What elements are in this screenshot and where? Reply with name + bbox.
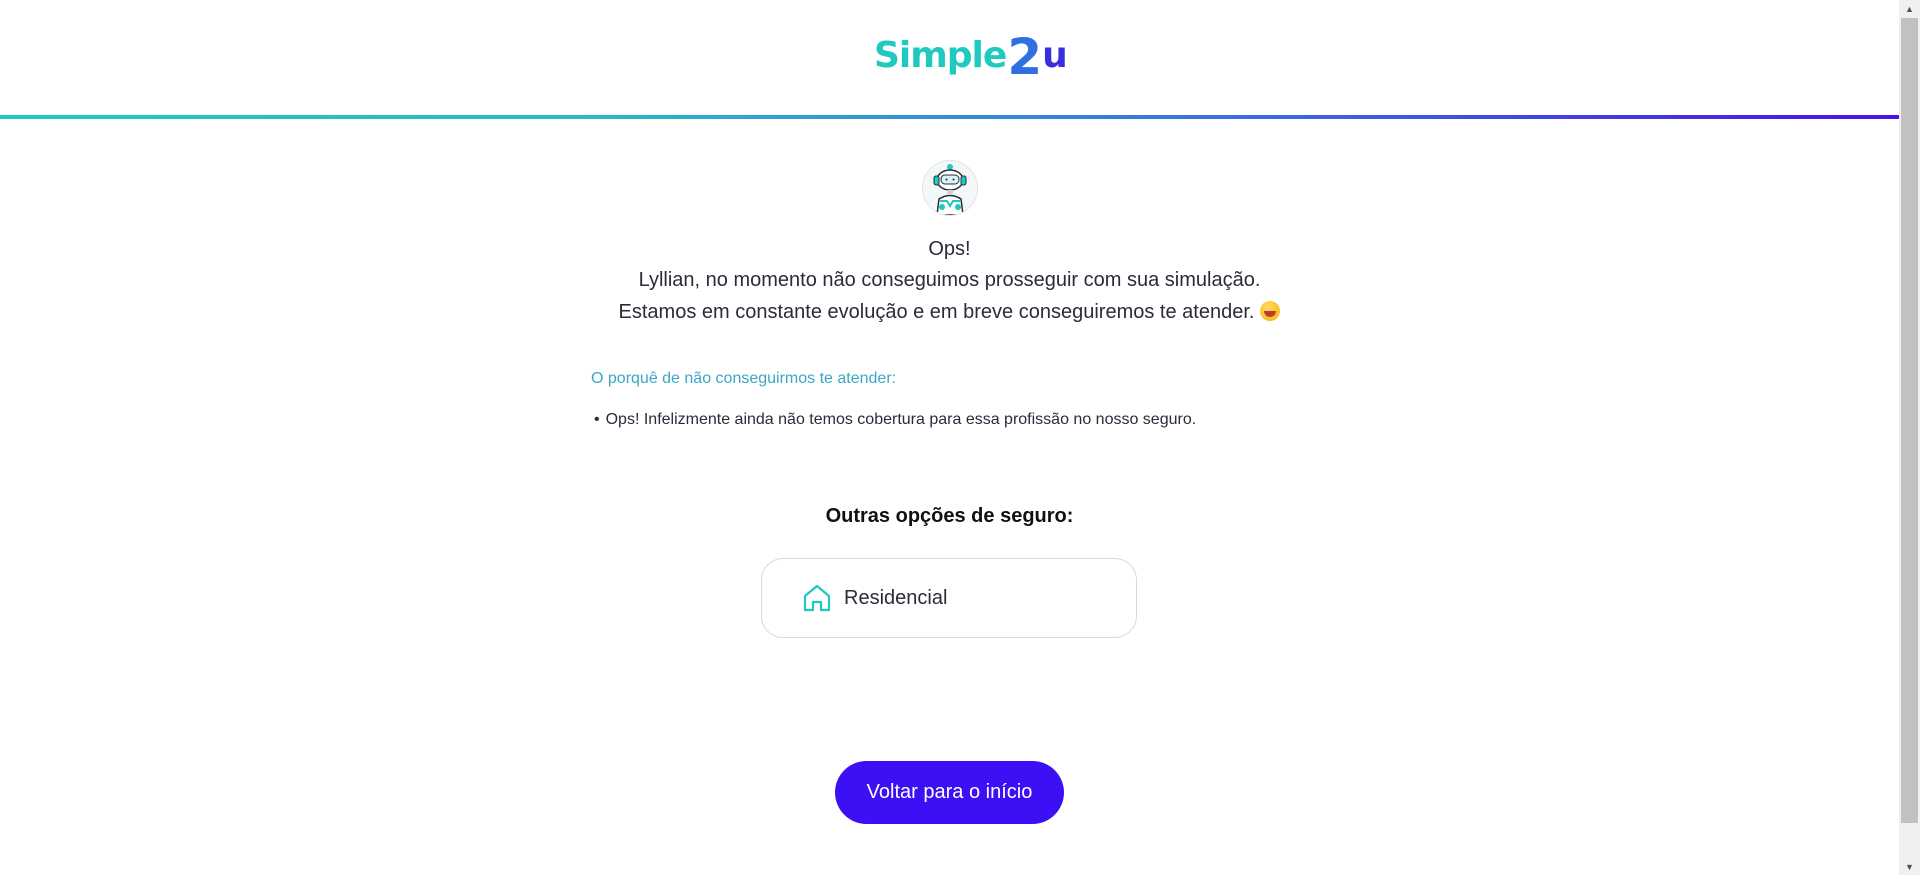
robot-avatar-icon — [922, 160, 978, 216]
message-line-1: Ops! — [928, 238, 971, 260]
logo-text-u: u — [1042, 35, 1068, 76]
bullet-icon: • — [594, 411, 600, 428]
logo-text-2: 2 — [1007, 28, 1042, 86]
option-label: Residencial — [844, 586, 948, 609]
header: Simple 2 u — [0, 0, 1899, 119]
back-to-start-button[interactable]: Voltar para o início — [835, 761, 1064, 824]
logo[interactable]: Simple 2 u — [874, 30, 1068, 82]
logo-text-simple: Simple — [874, 35, 1007, 76]
house-icon — [803, 584, 831, 612]
reason-list-item: • Ops! Infelizmente ainda não temos cober… — [594, 411, 1196, 429]
message-line-2: Lyllian, no momento não conseguimos pros… — [638, 269, 1261, 291]
page: Simple 2 u Ops! Lyllian, no momento não … — [0, 0, 1899, 875]
reason-text: Ops! Infelizmente ainda não temos cobert… — [605, 411, 1197, 428]
header-gradient-bar — [0, 115, 1899, 119]
scrollbar-thumb[interactable] — [1901, 18, 1918, 823]
grinning-emoji-icon — [1260, 301, 1281, 321]
scroll-up-arrow-icon[interactable]: ▲ — [1899, 0, 1920, 17]
scroll-down-arrow-icon[interactable]: ▼ — [1899, 858, 1920, 875]
other-options-title: Outras opções de seguro: — [825, 505, 1074, 527]
vertical-scrollbar[interactable]: ▲ ▼ — [1899, 0, 1920, 875]
reasons-title: O porquê de não conseguirmos te atender: — [591, 370, 897, 387]
option-card-residencial[interactable]: Residencial — [761, 558, 1137, 638]
message-line-3-text: Estamos em constante evolução e em breve… — [618, 301, 1255, 323]
message-line-3: Estamos em constante evolução e em breve… — [0, 301, 1899, 324]
